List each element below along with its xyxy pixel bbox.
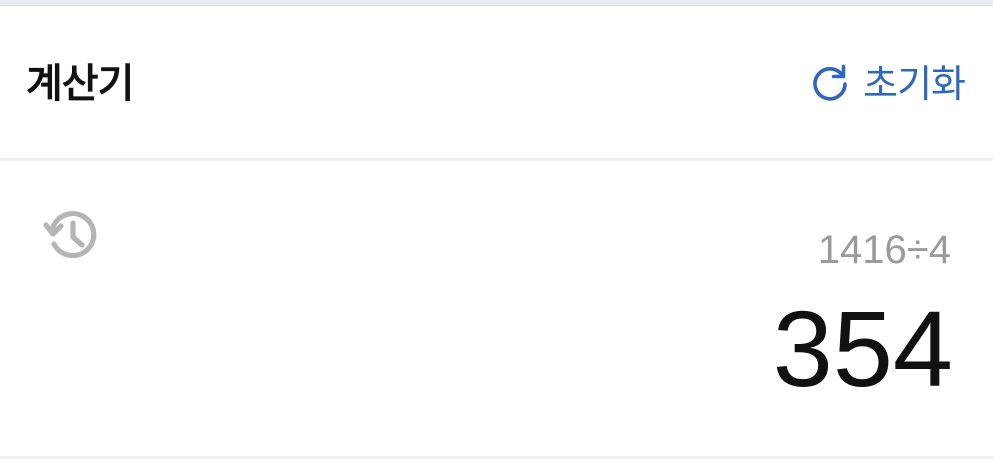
- refresh-icon: [809, 63, 851, 105]
- history-button[interactable]: [42, 205, 102, 265]
- page-title: 계산기: [26, 61, 134, 107]
- reset-button[interactable]: 초기화: [809, 60, 966, 108]
- result-display: 354: [772, 288, 953, 409]
- expression-display: 1416÷4: [817, 228, 951, 272]
- reset-label: 초기화: [863, 62, 966, 106]
- calculator-display: 1416÷4 354: [0, 161, 993, 456]
- history-icon: [42, 205, 102, 265]
- calculator-header: 계산기 초기화: [0, 6, 993, 159]
- divider: [0, 456, 993, 459]
